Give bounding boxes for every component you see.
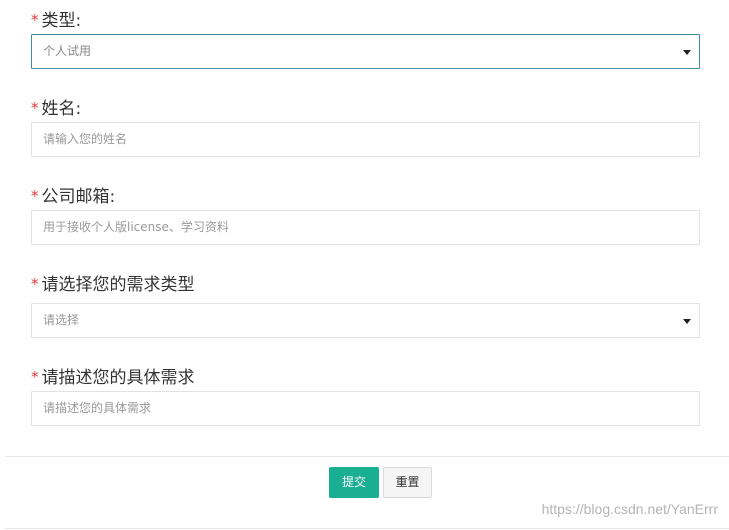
email-label-text: 公司邮箱: bbox=[41, 187, 116, 207]
submit-button[interactable]: 提交 bbox=[329, 467, 379, 498]
watermark-text: https://blog.csdn.net/YanErrr bbox=[541, 501, 718, 517]
type-label: * 类型: bbox=[31, 9, 81, 32]
email-label: * 公司邮箱: bbox=[31, 185, 115, 208]
demand-type-select[interactable]: 请选择 bbox=[31, 303, 700, 338]
demand-desc-label: * 请描述您的具体需求 bbox=[31, 366, 195, 389]
form-footer-divider bbox=[5, 456, 729, 457]
demand-desc-input[interactable]: 请描述您的具体需求 bbox=[31, 391, 700, 426]
required-mark: * bbox=[31, 368, 39, 386]
name-label-text: 姓名: bbox=[41, 99, 82, 119]
name-label: * 姓名: bbox=[31, 97, 81, 120]
chevron-down-icon bbox=[683, 50, 691, 55]
demand-type-select-value: 请选择 bbox=[43, 313, 80, 327]
type-label-text: 类型: bbox=[41, 11, 82, 31]
bottom-divider bbox=[5, 528, 729, 529]
email-input-placeholder: 用于接收个人版license、学习资料 bbox=[43, 220, 229, 234]
demand-desc-input-placeholder: 请描述您的具体需求 bbox=[43, 401, 152, 415]
name-input-placeholder: 请输入您的姓名 bbox=[43, 132, 128, 146]
demand-type-label-text: 请选择您的需求类型 bbox=[41, 275, 195, 295]
demand-type-label: * 请选择您的需求类型 bbox=[31, 273, 195, 296]
type-select[interactable]: 个人试用 bbox=[31, 34, 700, 69]
reset-button[interactable]: 重置 bbox=[383, 467, 432, 498]
required-mark: * bbox=[31, 275, 39, 293]
type-select-value: 个人试用 bbox=[43, 44, 92, 58]
required-mark: * bbox=[31, 187, 39, 205]
email-input[interactable]: 用于接收个人版license、学习资料 bbox=[31, 210, 700, 245]
demand-desc-label-text: 请描述您的具体需求 bbox=[41, 368, 195, 388]
chevron-down-icon bbox=[683, 319, 691, 324]
required-mark: * bbox=[31, 99, 39, 117]
required-mark: * bbox=[31, 11, 39, 29]
name-input[interactable]: 请输入您的姓名 bbox=[31, 122, 700, 157]
